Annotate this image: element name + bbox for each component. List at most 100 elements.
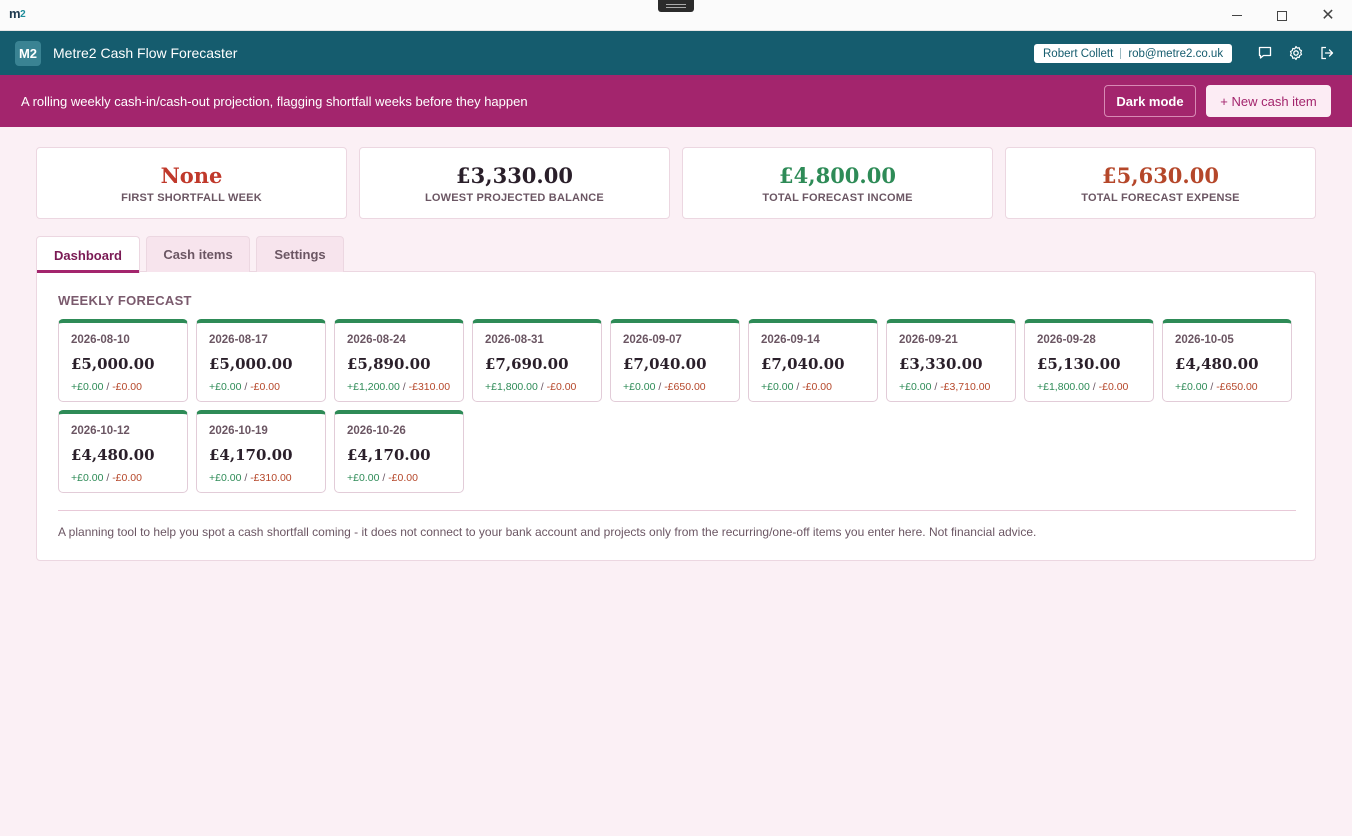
week-balance: £4,170.00 <box>209 446 293 464</box>
logout-icon[interactable] <box>1319 45 1335 61</box>
tab-settings[interactable]: Settings <box>256 236 344 272</box>
flow-separator: / <box>793 381 803 393</box>
week-income: +£0.00 <box>209 381 242 393</box>
week-card[interactable]: 2026-08-31 £7,690.00 +£1,800.00 / -£0.00 <box>472 319 602 402</box>
drag-handle[interactable] <box>658 0 694 12</box>
week-card[interactable]: 2026-09-28 £5,130.00 +£1,800.00 / -£0.00 <box>1024 319 1154 402</box>
week-income: +£0.00 <box>71 472 104 484</box>
stat-first-shortfall: None FIRST SHORTFALL WEEK <box>36 147 347 219</box>
maximize-button[interactable] <box>1259 0 1305 31</box>
week-flow: +£0.00 / -£0.00 <box>71 472 142 484</box>
stat-label: TOTAL FORECAST EXPENSE <box>1081 192 1240 204</box>
stat-lowest-balance: £3,330.00 LOWEST PROJECTED BALANCE <box>359 147 670 219</box>
week-card[interactable]: 2026-10-05 £4,480.00 +£0.00 / -£650.00 <box>1162 319 1292 402</box>
week-flow: +£1,800.00 / -£0.00 <box>485 381 576 393</box>
week-expense: -£0.00 <box>546 381 577 393</box>
week-balance: £4,170.00 <box>347 446 431 464</box>
week-income: +£0.00 <box>899 381 932 393</box>
gear-icon[interactable] <box>1288 45 1304 61</box>
week-income: +£0.00 <box>347 472 380 484</box>
week-card[interactable]: 2026-09-07 £7,040.00 +£0.00 / -£650.00 <box>610 319 740 402</box>
week-flow: +£0.00 / -£3,710.00 <box>899 381 990 393</box>
banner-text: A rolling weekly cash-in/cash-out projec… <box>21 94 528 109</box>
dark-mode-button[interactable]: Dark mode <box>1104 85 1196 117</box>
week-card[interactable]: 2026-10-19 £4,170.00 +£0.00 / -£310.00 <box>196 410 326 493</box>
stat-label: LOWEST PROJECTED BALANCE <box>425 192 604 204</box>
week-balance: £4,480.00 <box>71 446 155 464</box>
week-card[interactable]: 2026-09-14 £7,040.00 +£0.00 / -£0.00 <box>748 319 878 402</box>
close-button[interactable]: ✕ <box>1305 0 1351 31</box>
week-date: 2026-09-21 <box>899 334 958 346</box>
week-expense: -£0.00 <box>250 381 280 393</box>
app-title: Metre2 Cash Flow Forecaster <box>53 45 238 61</box>
week-income: +£1,800.00 <box>485 381 538 393</box>
week-card[interactable]: 2026-10-12 £4,480.00 +£0.00 / -£0.00 <box>58 410 188 493</box>
tab-cash-items[interactable]: Cash items <box>146 236 250 272</box>
week-income: +£1,800.00 <box>1037 381 1090 393</box>
user-pill[interactable]: Robert Collett rob@metre2.co.uk <box>1034 44 1233 63</box>
week-balance: £3,330.00 <box>899 355 983 373</box>
flow-separator: / <box>931 381 941 393</box>
week-flow: +£0.00 / -£650.00 <box>623 381 706 393</box>
flow-separator: / <box>655 381 665 393</box>
week-flow: +£1,800.00 / -£0.00 <box>1037 381 1128 393</box>
week-expense: -£0.00 <box>802 381 832 393</box>
week-card[interactable]: 2026-08-24 £5,890.00 +£1,200.00 / -£310.00 <box>334 319 464 402</box>
stat-value: None <box>160 163 223 188</box>
new-cash-item-button[interactable]: + New cash item <box>1206 85 1331 117</box>
week-date: 2026-08-31 <box>485 334 544 346</box>
user-name: Robert Collett <box>1043 47 1114 60</box>
week-income: +£0.00 <box>623 381 656 393</box>
week-expense: -£650.00 <box>664 381 706 393</box>
week-date: 2026-10-05 <box>1175 334 1234 346</box>
week-date: 2026-10-19 <box>209 425 268 437</box>
flow-separator: / <box>537 381 547 393</box>
week-card[interactable]: 2026-08-17 £5,000.00 +£0.00 / -£0.00 <box>196 319 326 402</box>
stat-label: FIRST SHORTFALL WEEK <box>121 192 262 204</box>
user-pill-divider <box>1120 48 1122 59</box>
week-balance: £5,000.00 <box>71 355 155 373</box>
os-title-bar: m2 ✕ <box>0 0 1352 31</box>
flow-separator: / <box>103 472 113 484</box>
week-date: 2026-09-07 <box>623 334 682 346</box>
week-card[interactable]: 2026-08-10 £5,000.00 +£0.00 / -£0.00 <box>58 319 188 402</box>
tab-dashboard[interactable]: Dashboard <box>36 236 140 273</box>
week-flow: +£0.00 / -£0.00 <box>209 381 280 393</box>
flow-separator: / <box>379 472 389 484</box>
maximize-icon <box>1277 10 1287 21</box>
week-date: 2026-10-26 <box>347 425 406 437</box>
week-date: 2026-09-14 <box>761 334 820 346</box>
user-email: rob@metre2.co.uk <box>1128 47 1224 60</box>
flow-separator: / <box>241 472 251 484</box>
week-balance: £5,130.00 <box>1037 355 1121 373</box>
week-balance: £5,890.00 <box>347 355 431 373</box>
app-header: M2 Metre2 Cash Flow Forecaster Robert Co… <box>0 31 1352 75</box>
stat-total-expense: £5,630.00 TOTAL FORECAST EXPENSE <box>1005 147 1316 219</box>
app-badge: M2 <box>15 41 41 66</box>
divider <box>58 510 1296 511</box>
banner: A rolling weekly cash-in/cash-out projec… <box>0 75 1352 127</box>
minimize-button[interactable] <box>1214 0 1260 31</box>
week-flow: +£0.00 / -£0.00 <box>71 381 142 393</box>
stat-value: £3,330.00 <box>456 163 573 188</box>
week-expense: -£0.00 <box>112 381 142 393</box>
week-balance: £5,000.00 <box>209 355 293 373</box>
week-income: +£0.00 <box>71 381 104 393</box>
flow-separator: / <box>1207 381 1217 393</box>
week-card[interactable]: 2026-10-26 £4,170.00 +£0.00 / -£0.00 <box>334 410 464 493</box>
week-flow: +£0.00 / -£0.00 <box>347 472 418 484</box>
flow-separator: / <box>103 381 113 393</box>
week-balance: £7,040.00 <box>761 355 845 373</box>
dashboard-panel: WEEKLY FORECAST 2026-08-10 £5,000.00 +£0.0… <box>36 271 1316 561</box>
week-income: +£0.00 <box>761 381 794 393</box>
stat-label: TOTAL FORECAST INCOME <box>762 192 913 204</box>
flow-separator: / <box>1089 381 1099 393</box>
week-flow: +£0.00 / -£0.00 <box>761 381 832 393</box>
week-card[interactable]: 2026-09-21 £3,330.00 +£0.00 / -£3,710.00 <box>886 319 1016 402</box>
week-income: +£1,200.00 <box>347 381 400 393</box>
week-date: 2026-08-17 <box>209 334 268 346</box>
week-expense: -£0.00 <box>388 472 418 484</box>
week-expense: -£0.00 <box>112 472 142 484</box>
chat-icon[interactable] <box>1257 45 1273 61</box>
stat-value: £4,800.00 <box>779 163 896 188</box>
